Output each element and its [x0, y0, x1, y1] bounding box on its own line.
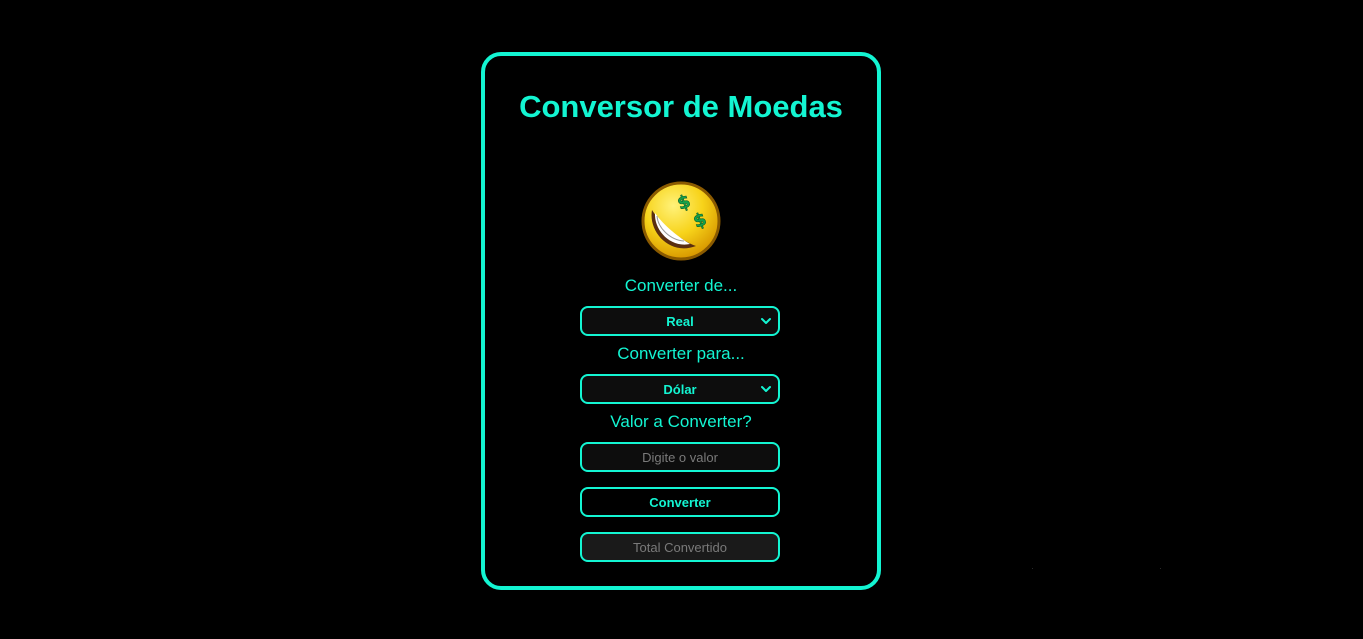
converted-total-placeholder: Total Convertido: [633, 539, 727, 555]
background-speck: [1032, 568, 1033, 569]
amount-input[interactable]: Digite o valor: [580, 442, 780, 472]
from-currency-select[interactable]: Real: [580, 306, 780, 336]
chevron-down-icon: [761, 386, 771, 392]
from-currency-value: Real: [666, 313, 694, 329]
amount-label: Valor a Converter?: [610, 412, 752, 431]
to-currency-select[interactable]: Dólar: [580, 374, 780, 404]
convert-button[interactable]: Converter: [580, 487, 780, 517]
money-mouth-emoji-icon: $ $: [641, 181, 721, 261]
from-currency-label: Converter de...: [624, 276, 738, 295]
chevron-down-icon: [761, 318, 771, 324]
background-speck: [1160, 568, 1161, 569]
to-currency-value: Dólar: [663, 381, 697, 397]
convert-button-label: Converter: [649, 494, 711, 510]
amount-placeholder: Digite o valor: [642, 449, 718, 465]
converter-card: Conversor de Moedas $ $ Converter de... …: [481, 52, 881, 590]
to-currency-label: Converter para...: [617, 344, 745, 363]
page-title: Conversor de Moedas: [519, 89, 843, 124]
converted-total-field[interactable]: Total Convertido: [580, 532, 780, 562]
